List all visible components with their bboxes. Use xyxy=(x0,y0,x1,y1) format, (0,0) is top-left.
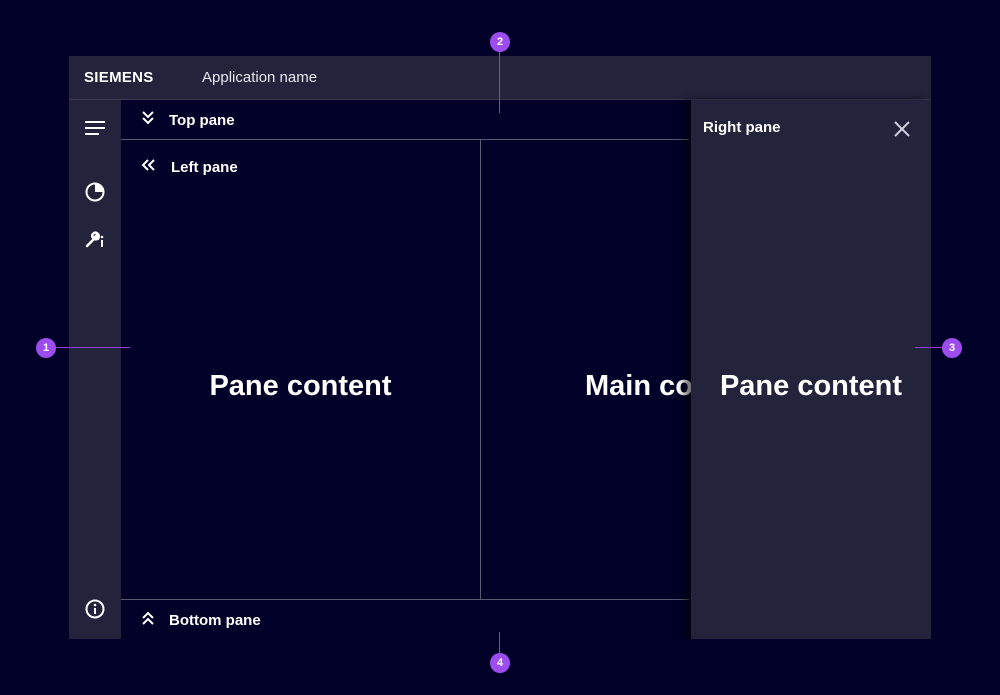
left-pane-header[interactable]: Left pane xyxy=(141,158,238,176)
marker-4: 4 xyxy=(490,653,510,673)
app-window: SIEMENS Application name Top pane Left p… xyxy=(69,56,931,639)
main-content-text: Main co xyxy=(585,370,693,402)
chevron-double-up-icon[interactable] xyxy=(141,610,155,630)
brand-logo: SIEMENS xyxy=(84,69,154,86)
left-pane-label: Left pane xyxy=(171,158,238,176)
menu-icon[interactable] xyxy=(83,116,107,140)
app-header: SIEMENS Application name xyxy=(69,56,931,100)
chevron-double-left-icon[interactable] xyxy=(141,158,157,176)
top-pane: Top pane xyxy=(121,100,689,140)
bottom-pane: Bottom pane xyxy=(121,599,689,639)
bottom-pane-header[interactable]: Bottom pane xyxy=(141,610,261,630)
top-pane-header[interactable]: Top pane xyxy=(141,110,235,130)
right-pane-title: Right pane xyxy=(703,119,781,136)
marker-2-line xyxy=(499,50,500,113)
left-pane: Left pane Pane content xyxy=(121,140,481,599)
pie-chart-icon[interactable] xyxy=(83,180,107,204)
right-pane: Right pane Pane content xyxy=(691,100,931,639)
left-pane-content: Pane content xyxy=(209,370,392,402)
wrench-info-icon[interactable] xyxy=(83,228,107,252)
marker-3: 3 xyxy=(942,338,962,358)
vertical-navbar xyxy=(69,100,121,639)
marker-2: 2 xyxy=(490,32,510,52)
marker-1-line xyxy=(55,347,130,348)
bottom-pane-label: Bottom pane xyxy=(169,611,261,629)
right-pane-content: Pane content xyxy=(719,370,903,402)
marker-3-line xyxy=(915,347,945,348)
top-pane-label: Top pane xyxy=(169,111,235,129)
info-icon[interactable] xyxy=(83,597,107,621)
marker-1: 1 xyxy=(36,338,56,358)
close-icon[interactable] xyxy=(891,118,913,140)
app-name: Application name xyxy=(202,69,318,86)
chevron-double-down-icon[interactable] xyxy=(141,110,155,130)
